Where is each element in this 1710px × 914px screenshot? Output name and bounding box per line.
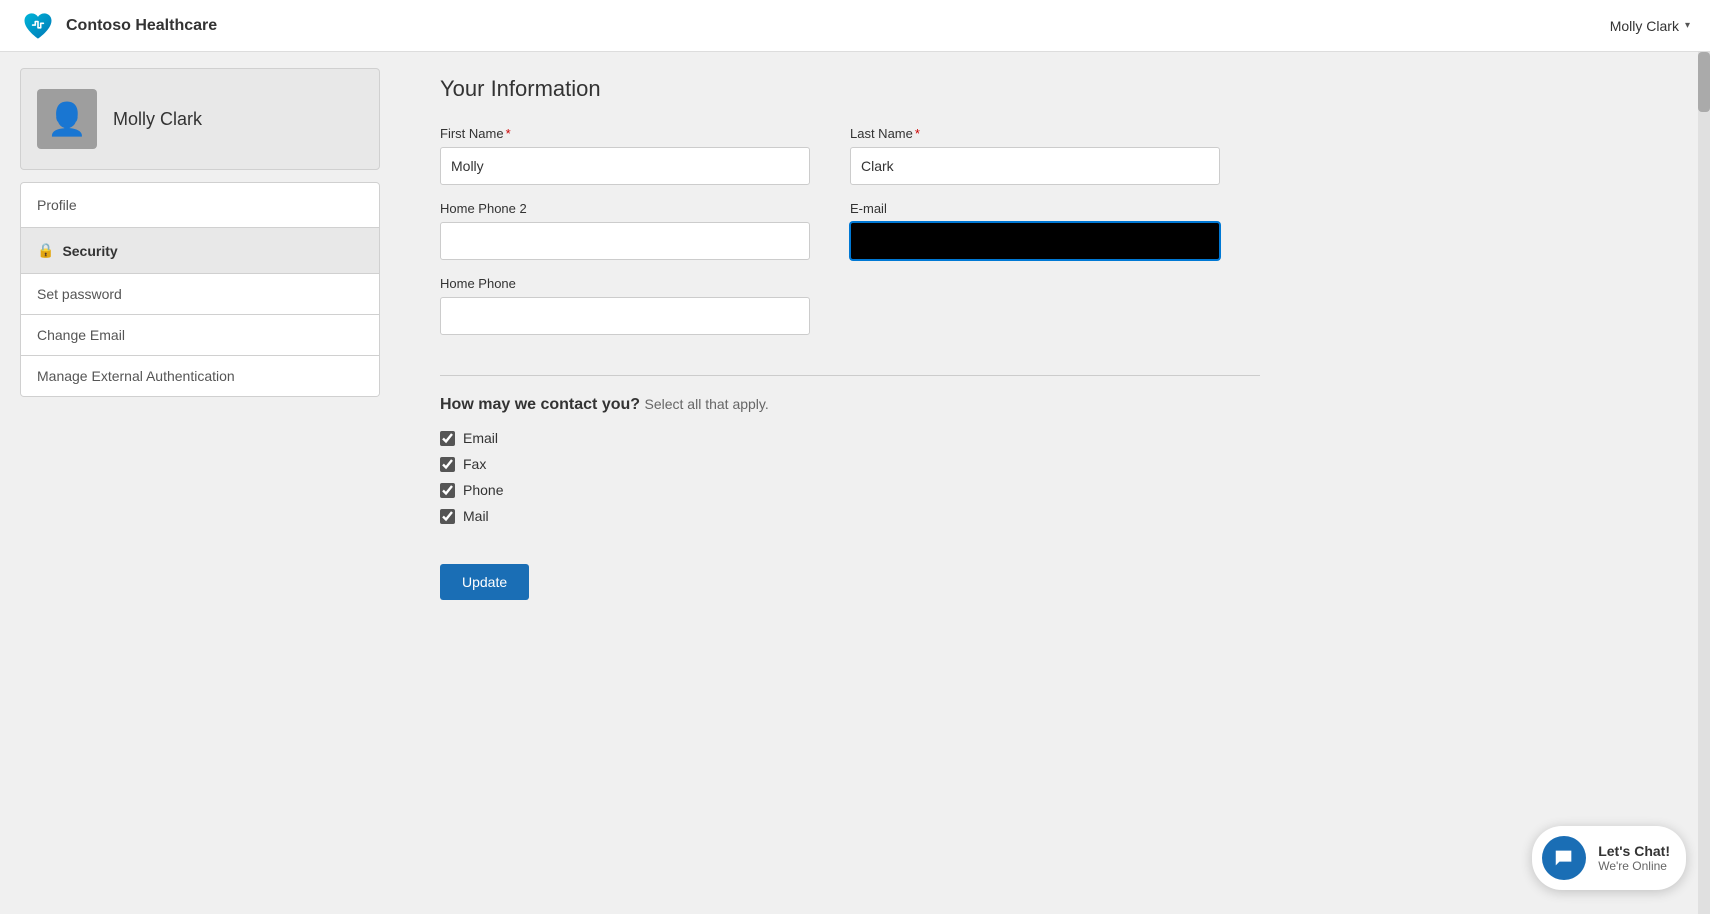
contact-title: How may we contact you? Select all that … <box>440 396 1260 414</box>
checkbox-fax[interactable]: Fax <box>440 456 1260 472</box>
home-phone-field: Home Phone <box>440 276 810 335</box>
first-name-required: * <box>506 126 511 141</box>
form-grid: First Name* Last Name* Home Phone 2 E-ma… <box>440 126 1220 335</box>
user-menu-chevron: ▾ <box>1685 20 1690 31</box>
sidebar-item-change-email[interactable]: Change Email <box>21 315 379 356</box>
home-phone2-field: Home Phone 2 <box>440 201 810 260</box>
security-header: 🔒 Security <box>21 228 379 274</box>
last-name-label: Last Name* <box>850 126 1220 141</box>
home-phone2-input[interactable] <box>440 222 810 260</box>
header-user-name: Molly Clark <box>1610 18 1679 34</box>
section-title: Your Information <box>440 76 1670 102</box>
last-name-required: * <box>915 126 920 141</box>
email-label: E-mail <box>850 201 1220 216</box>
sidebar-user-name: Molly Clark <box>113 109 202 130</box>
home-phone-input[interactable] <box>440 297 810 335</box>
email-field: E-mail <box>850 201 1220 260</box>
checkbox-email-label: Email <box>463 430 498 446</box>
chat-icon <box>1542 836 1586 880</box>
sidebar-item-profile[interactable]: Profile <box>21 183 379 228</box>
sidebar-item-manage-auth[interactable]: Manage External Authentication <box>21 356 379 396</box>
home-phone2-label: Home Phone 2 <box>440 201 810 216</box>
first-name-input[interactable] <box>440 147 810 185</box>
chat-text: Let's Chat! We're Online <box>1598 843 1670 873</box>
brand-logo <box>20 8 56 44</box>
checkbox-phone[interactable]: Phone <box>440 482 1260 498</box>
chat-bubble-icon <box>1553 847 1575 869</box>
sidebar: 👤 Molly Clark Profile 🔒 Security Set pas… <box>0 52 400 914</box>
chat-widget[interactable]: Let's Chat! We're Online <box>1532 826 1686 890</box>
avatar-icon: 👤 <box>47 100 87 138</box>
contact-subtitle: Select all that apply. <box>645 396 769 412</box>
avatar: 👤 <box>37 89 97 149</box>
checkbox-mail-label: Mail <box>463 508 489 524</box>
checkbox-mail-input[interactable] <box>440 509 455 524</box>
home-phone-label: Home Phone <box>440 276 810 291</box>
first-name-label: First Name* <box>440 126 810 141</box>
checkbox-phone-label: Phone <box>463 482 503 498</box>
checkbox-email-input[interactable] <box>440 431 455 446</box>
lock-icon: 🔒 <box>37 242 54 259</box>
scrollbar-thumb[interactable] <box>1698 52 1710 112</box>
checkbox-fax-input[interactable] <box>440 457 455 472</box>
brand: Contoso Healthcare <box>20 8 217 44</box>
sidebar-nav: Profile 🔒 Security Set password Change E… <box>20 182 380 397</box>
checkbox-fax-label: Fax <box>463 456 486 472</box>
chat-subtitle: We're Online <box>1598 859 1670 873</box>
checkbox-list: Email Fax Phone Mail <box>440 430 1260 524</box>
checkbox-phone-input[interactable] <box>440 483 455 498</box>
checkbox-email[interactable]: Email <box>440 430 1260 446</box>
contact-title-main: How may we contact you? <box>440 396 640 413</box>
email-input[interactable] <box>850 222 1220 260</box>
checkbox-mail[interactable]: Mail <box>440 508 1260 524</box>
security-label: Security <box>62 243 117 259</box>
app-header: Contoso Healthcare Molly Clark ▾ <box>0 0 1710 52</box>
security-section: 🔒 Security Set password Change Email Man… <box>21 228 379 396</box>
last-name-input[interactable] <box>850 147 1220 185</box>
user-menu[interactable]: Molly Clark ▾ <box>1610 18 1690 34</box>
main-content: Your Information First Name* Last Name* … <box>400 52 1710 914</box>
scrollbar[interactable] <box>1698 52 1710 914</box>
page-layout: 👤 Molly Clark Profile 🔒 Security Set pas… <box>0 52 1710 914</box>
last-name-field: Last Name* <box>850 126 1220 185</box>
sidebar-item-set-password[interactable]: Set password <box>21 274 379 315</box>
chat-title: Let's Chat! <box>1598 843 1670 859</box>
first-name-field: First Name* <box>440 126 810 185</box>
update-button[interactable]: Update <box>440 564 529 600</box>
user-card: 👤 Molly Clark <box>20 68 380 170</box>
brand-name: Contoso Healthcare <box>66 17 217 35</box>
contact-section: How may we contact you? Select all that … <box>440 375 1260 600</box>
